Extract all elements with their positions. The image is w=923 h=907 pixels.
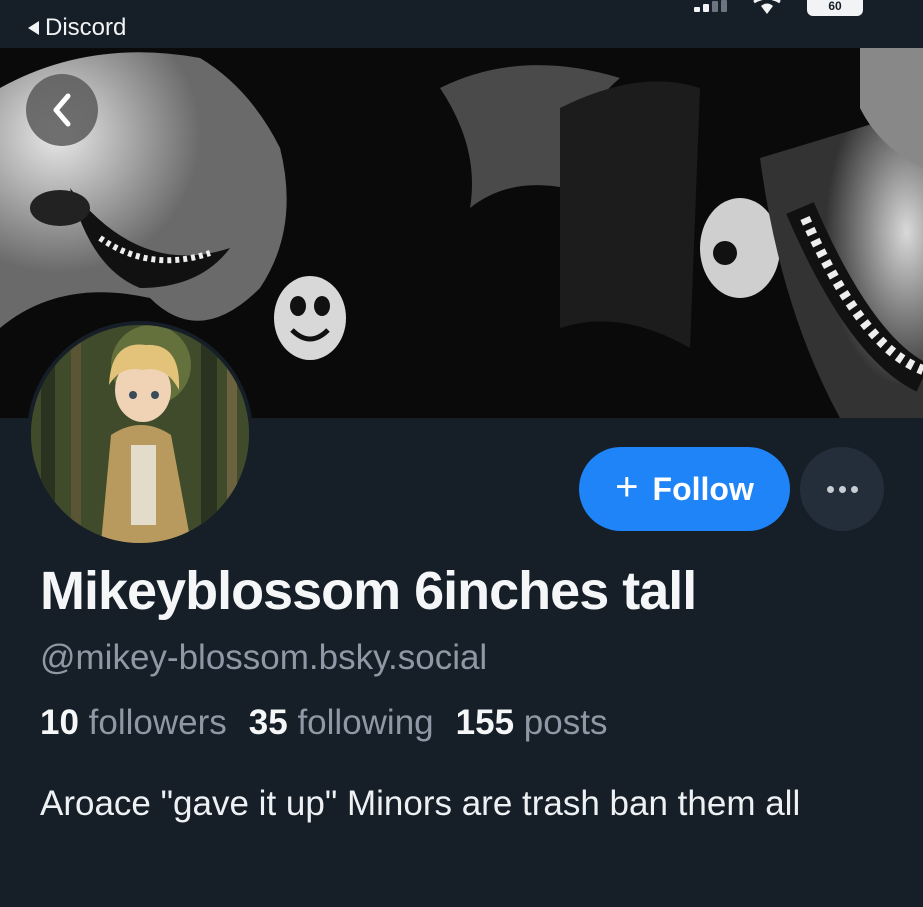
battery-level: 60 [828, 0, 842, 13]
avatar-image [31, 325, 249, 543]
display-name: Mikeyblossom 6inches tall [40, 561, 697, 621]
cellular-signal-icon [694, 0, 727, 12]
following-count: 35 [248, 703, 288, 742]
battery-icon: 60 [807, 0, 863, 16]
followers-stat[interactable]: 10 followers [40, 703, 227, 743]
chevron-left-icon [53, 93, 71, 127]
plus-icon: + [615, 465, 639, 509]
back-app-label: Discord [45, 14, 127, 41]
user-handle: @mikey-blossom.bsky.social [40, 638, 488, 677]
avatar[interactable] [27, 321, 253, 547]
posts-stat: 155 posts [456, 703, 608, 743]
posts-label: posts [523, 703, 608, 742]
back-to-app-link[interactable]: Discord [28, 14, 126, 42]
back-button[interactable] [26, 74, 98, 146]
follow-button[interactable]: + Follow [579, 447, 790, 531]
profile-stats: 10 followers 35 following 155 posts [40, 703, 607, 743]
status-icons: 60 [694, 0, 863, 16]
posts-count: 155 [455, 703, 515, 742]
more-options-button[interactable] [800, 447, 884, 531]
following-stat[interactable]: 35 following [249, 703, 434, 743]
followers-count: 10 [40, 703, 79, 742]
ellipsis-icon [826, 485, 834, 493]
back-triangle-icon [28, 21, 39, 35]
profile-bio: Aroace "gave it up" Minors are trash ban… [40, 784, 801, 823]
follow-button-label: Follow [652, 470, 754, 507]
status-bar: Discord 60 [0, 0, 923, 48]
following-label: following [297, 703, 434, 742]
wifi-icon [753, 0, 781, 14]
followers-label: followers [88, 703, 227, 742]
